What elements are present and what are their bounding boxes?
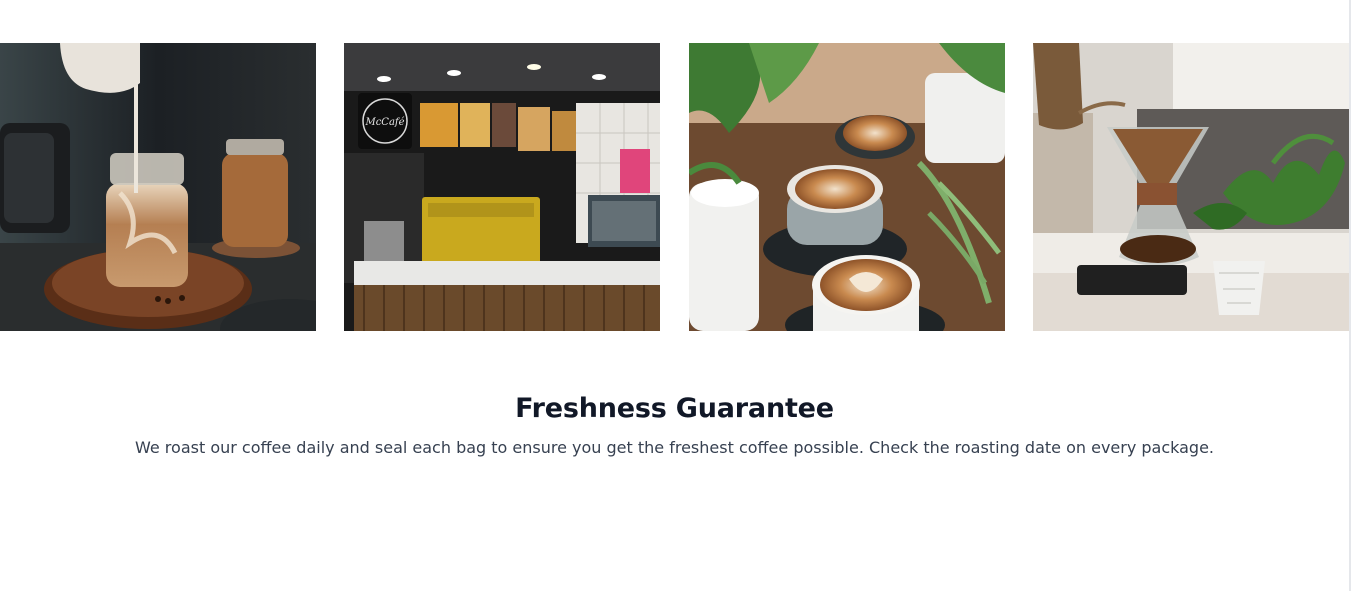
freshness-section: Freshness Guarantee We roast our coffee … [0,393,1349,457]
mccafe-sign-text: McCafé [364,117,404,128]
section-description: We roast our coffee daily and seal each … [134,438,1215,457]
mccafe-counter-photo: McCafé [344,43,660,331]
iced-latte-jar-photo [0,43,316,331]
chemex-pour-over-photo [1033,43,1349,331]
latte-art-cups-photo [689,43,1005,331]
section-title: Freshness Guarantee [515,393,834,424]
image-gallery: McCafé [0,43,1349,331]
